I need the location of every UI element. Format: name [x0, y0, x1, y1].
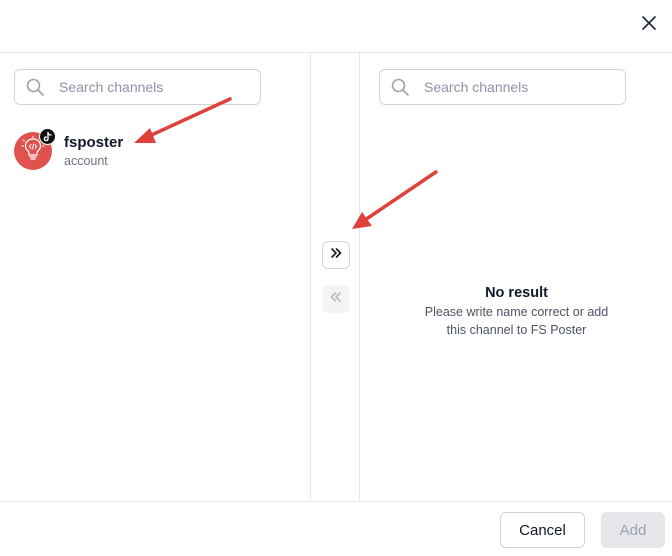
chevrons-right-icon	[329, 246, 343, 265]
add-button[interactable]: Add	[601, 512, 665, 548]
channel-text: fsposter account	[64, 133, 123, 169]
channel-item-fsposter[interactable]: fsposter account	[14, 128, 294, 173]
right-search-input[interactable]	[424, 79, 614, 95]
available-channels-panel: fsposter account	[0, 53, 311, 501]
move-right-button[interactable]	[322, 241, 350, 269]
tiktok-icon	[39, 128, 56, 145]
channel-type: account	[64, 154, 108, 168]
transfer-controls	[311, 53, 360, 501]
move-left-button[interactable]	[322, 285, 350, 313]
empty-state: No result Please write name correct or a…	[361, 283, 672, 339]
channel-avatar-wrap	[14, 128, 56, 170]
channel-name: fsposter	[64, 134, 124, 151]
chevrons-left-icon	[329, 290, 343, 309]
left-search-field[interactable]	[14, 69, 261, 105]
selected-channels-panel: No result Please write name correct or a…	[361, 53, 672, 501]
search-icon	[25, 77, 45, 97]
empty-state-title: No result	[485, 285, 548, 301]
close-icon	[642, 15, 656, 35]
cancel-button[interactable]: Cancel	[500, 512, 585, 548]
footer-divider	[0, 501, 672, 502]
close-button[interactable]	[636, 12, 662, 38]
search-icon	[390, 77, 410, 97]
left-search-input[interactable]	[59, 79, 249, 95]
right-search-field[interactable]	[379, 69, 626, 105]
empty-state-description: Please write name correct or add this ch…	[424, 305, 609, 337]
